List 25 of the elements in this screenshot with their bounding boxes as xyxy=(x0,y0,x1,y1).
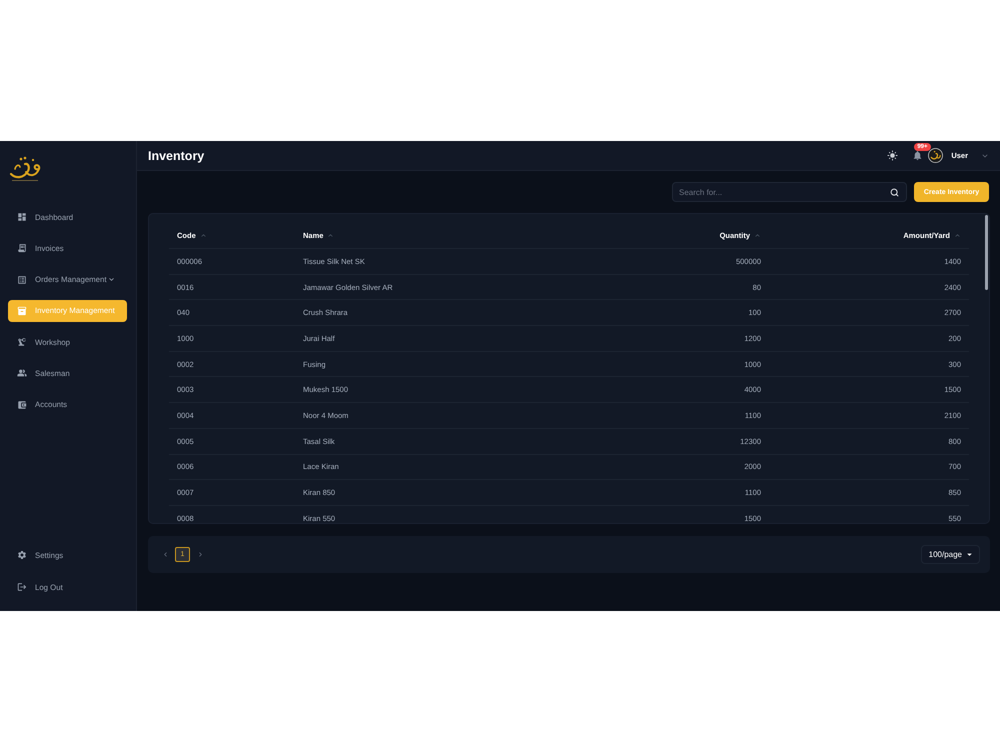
page-size-select[interactable]: 100/page xyxy=(920,545,980,564)
logout-icon xyxy=(17,582,27,592)
people-icon xyxy=(17,368,27,378)
scrollbar-thumb[interactable] xyxy=(985,215,988,290)
page-title: Inventory xyxy=(148,148,204,162)
list-icon xyxy=(17,274,27,285)
dashboard-icon xyxy=(17,212,27,222)
sun-icon[interactable] xyxy=(887,150,898,161)
receipt-icon xyxy=(17,243,27,254)
chevron-right-icon xyxy=(196,551,204,558)
bell-icon[interactable] xyxy=(912,150,924,161)
search-field[interactable]: Search for... xyxy=(672,182,907,202)
chevron-down-icon xyxy=(108,276,115,284)
sort-caret-icon xyxy=(200,232,207,239)
box-icon xyxy=(17,306,27,316)
avatar-icon xyxy=(928,148,944,163)
logo-icon xyxy=(8,155,42,182)
sort-caret-icon xyxy=(954,232,961,239)
sort-caret-icon xyxy=(754,232,761,239)
sort-caret-icon xyxy=(327,232,334,239)
settings-icon xyxy=(17,550,27,560)
robot-arm-icon xyxy=(17,337,27,348)
chevron-left-icon xyxy=(162,551,168,558)
search-icon xyxy=(890,188,899,196)
wallet-icon xyxy=(17,400,27,410)
